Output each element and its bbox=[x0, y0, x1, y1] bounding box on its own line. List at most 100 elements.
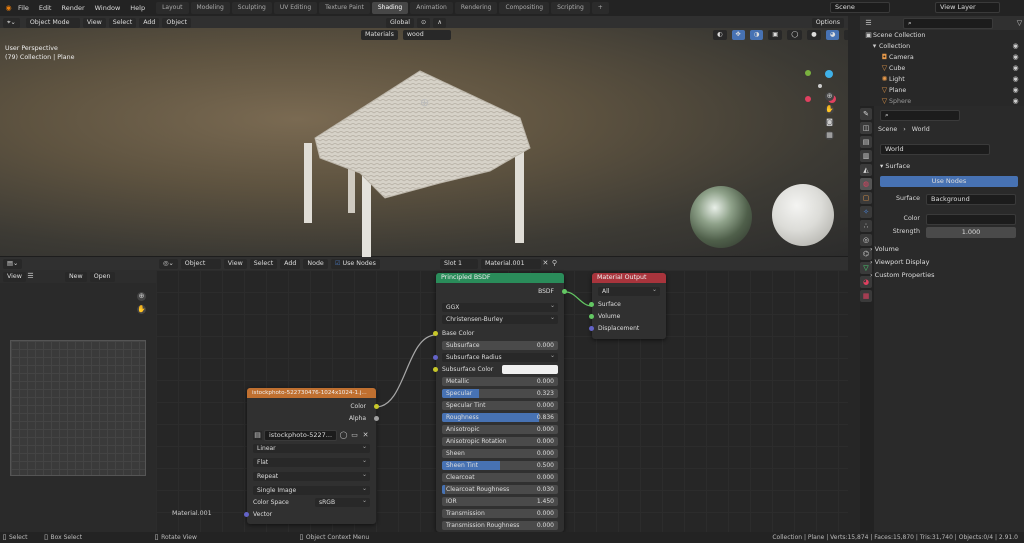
eye-icon[interactable]: ◉ bbox=[1011, 42, 1020, 51]
scene-field[interactable]: Scene bbox=[830, 2, 890, 13]
gizmo-y-axis[interactable] bbox=[805, 70, 811, 76]
outliner-item-cube[interactable]: ▽ Cube ◉ bbox=[860, 63, 1024, 74]
surface-section-header[interactable]: ▾ Surface bbox=[874, 160, 1024, 172]
eye-icon[interactable]: ◉ bbox=[1011, 75, 1020, 84]
object-tab-icon[interactable]: ▢ bbox=[860, 192, 872, 204]
volume-section-header[interactable]: › Volume bbox=[864, 243, 1014, 255]
tab-texture-paint[interactable]: Texture Paint bbox=[319, 2, 370, 14]
source-dropdown[interactable]: Single Image bbox=[253, 484, 370, 495]
node-editor-type-button[interactable]: ◎⌄ bbox=[159, 258, 178, 269]
displacement-socket[interactable] bbox=[589, 326, 594, 331]
eye-icon[interactable]: ◉ bbox=[1011, 53, 1020, 62]
blender-logo-icon[interactable]: ◉ bbox=[4, 4, 13, 13]
node-add-menu[interactable]: Add bbox=[280, 258, 301, 269]
interpolation-dropdown[interactable]: Linear bbox=[253, 442, 370, 453]
material-output-node[interactable]: Material Output All Surface Volume Displ… bbox=[589, 273, 666, 339]
sheen-slider[interactable]: Sheen 0.000 bbox=[442, 449, 558, 458]
tab-uv-editing[interactable]: UV Editing bbox=[273, 2, 318, 14]
anisotropic-rotation-slider[interactable]: Anisotropic Rotation 0.000 bbox=[442, 437, 558, 446]
materials-dropdown[interactable]: Materials bbox=[361, 30, 398, 40]
sheen-tint-slider[interactable]: Sheen Tint 0.500 bbox=[442, 461, 558, 470]
color-output-socket[interactable] bbox=[374, 404, 379, 409]
viewport-display-section-header[interactable]: › Viewport Display bbox=[864, 256, 1014, 268]
fake-user-icon[interactable]: ◯ bbox=[339, 431, 348, 440]
menu-render[interactable]: Render bbox=[56, 0, 89, 16]
scene-tab-icon[interactable]: ◭ bbox=[860, 164, 872, 176]
tab-sculpting[interactable]: Sculpting bbox=[231, 2, 272, 14]
view-menu[interactable]: View bbox=[82, 17, 106, 28]
outliner-item-plane[interactable]: ▽ Plane ◉ bbox=[860, 85, 1024, 96]
slot-dropdown[interactable]: Slot 1 bbox=[439, 258, 478, 269]
zoom-icon[interactable]: ⊕ bbox=[137, 292, 146, 301]
node-select-menu[interactable]: Select bbox=[249, 258, 278, 269]
gizmo-z-axis[interactable] bbox=[825, 70, 833, 78]
tab-compositing[interactable]: Compositing bbox=[499, 2, 550, 14]
tab-layout[interactable]: Layout bbox=[156, 2, 189, 14]
node-editor[interactable]: Material.001 Principled BSDF BSDF GGX Ch… bbox=[156, 270, 848, 532]
outliner-editor-icon[interactable]: ☰ bbox=[864, 19, 873, 28]
world-name-field[interactable]: World bbox=[880, 144, 990, 155]
tab-rendering[interactable]: Rendering bbox=[454, 2, 498, 14]
tab-scripting[interactable]: Scripting bbox=[551, 2, 590, 14]
gizmo-center[interactable] bbox=[818, 84, 822, 88]
anisotropic-slider[interactable]: Anisotropic 0.000 bbox=[442, 425, 558, 434]
overlay-icon[interactable]: ◑ bbox=[749, 30, 764, 40]
pan-hand-icon[interactable]: ✋ bbox=[137, 305, 146, 314]
transmission-roughness-slider[interactable]: Transmission Roughness 0.000 bbox=[442, 521, 558, 530]
vector-socket[interactable] bbox=[244, 512, 249, 517]
transmission-slider[interactable]: Transmission 0.000 bbox=[442, 509, 558, 518]
menu-file[interactable]: File bbox=[13, 0, 34, 16]
collection-row[interactable]: ▾ Collection ◉ bbox=[860, 41, 1024, 52]
camera-view-icon[interactable]: ◙ bbox=[825, 118, 834, 127]
menu-icon[interactable]: ☰ bbox=[26, 272, 35, 281]
render-tab-icon[interactable]: ◫ bbox=[860, 122, 872, 134]
gizmo-x-neg-axis[interactable] bbox=[805, 96, 811, 102]
use-nodes-checkbox[interactable]: ☑ Use Nodes bbox=[330, 258, 380, 269]
material-preview-icon[interactable]: ◕ bbox=[825, 30, 840, 40]
subsurface-color-swatch[interactable] bbox=[502, 365, 558, 374]
color-space-dropdown[interactable]: sRGB bbox=[315, 496, 370, 507]
eye-icon[interactable]: ◉ bbox=[1011, 97, 1020, 106]
breadcrumb-world[interactable]: World bbox=[912, 126, 930, 133]
proportional-edit-icon[interactable]: ∧ bbox=[433, 17, 446, 28]
snap-icon[interactable]: ⊙ bbox=[417, 17, 431, 28]
tool-tab-icon[interactable]: ✎ bbox=[860, 108, 872, 120]
pan-hand-icon[interactable]: ✋ bbox=[825, 105, 834, 114]
subsurface-method-dropdown[interactable]: Christensen-Burley bbox=[442, 313, 558, 324]
subsurface-radius-dropdown[interactable]: Subsurface Radius bbox=[442, 351, 558, 362]
eye-icon[interactable]: ◉ bbox=[1011, 86, 1020, 95]
strength-field[interactable]: 1.000 bbox=[926, 227, 1016, 238]
subsurface-radius-socket[interactable] bbox=[433, 355, 438, 360]
world-tab-icon[interactable]: ◍ bbox=[860, 178, 872, 190]
xray-icon[interactable]: ▣ bbox=[768, 30, 783, 40]
select-menu[interactable]: Select bbox=[108, 17, 137, 28]
use-nodes-button[interactable]: Use Nodes bbox=[880, 176, 1018, 187]
clearcoat-slider[interactable]: Clearcoat 0.000 bbox=[442, 473, 558, 482]
outliner-search-input[interactable]: ⌕ bbox=[903, 17, 993, 29]
specular-tint-slider[interactable]: Specular Tint 0.000 bbox=[442, 401, 558, 410]
options-dropdown[interactable]: Options bbox=[811, 17, 844, 28]
volume-socket[interactable] bbox=[589, 314, 594, 319]
clearcoat-roughness-slider[interactable]: Clearcoat Roughness 0.030 bbox=[442, 485, 558, 494]
material-datablock-field[interactable]: Material.001 bbox=[480, 258, 541, 269]
ior-slider[interactable]: IOR 1.450 bbox=[442, 497, 558, 506]
pin-icon[interactable]: ⚲ bbox=[550, 259, 559, 268]
outliner-item-light[interactable]: ✺ Light ◉ bbox=[860, 74, 1024, 85]
filter-icon[interactable]: ▽ bbox=[1015, 19, 1024, 28]
outliner-item-camera[interactable]: ◘ Camera ◉ bbox=[860, 52, 1024, 63]
menu-edit[interactable]: Edit bbox=[34, 0, 57, 16]
close-icon[interactable]: ✕ bbox=[541, 259, 550, 268]
3d-viewport[interactable]: Materials wood ◐ ✥ ◑ ▣ ◯ ● ◕ ◔ User Pers… bbox=[0, 28, 858, 283]
eye-icon[interactable]: ◉ bbox=[1011, 64, 1020, 73]
node-node-menu[interactable]: Node bbox=[303, 258, 328, 269]
projection-dropdown[interactable]: Flat bbox=[253, 456, 370, 467]
roughness-slider[interactable]: Roughness 0.836 bbox=[442, 413, 558, 422]
alpha-output-socket[interactable] bbox=[374, 416, 379, 421]
output-tab-icon[interactable]: ▤ bbox=[860, 136, 872, 148]
wireframe-icon[interactable]: ◯ bbox=[787, 30, 803, 40]
specular-slider[interactable]: Specular 0.323 bbox=[442, 389, 558, 398]
transform-orientation-dropdown[interactable]: Global bbox=[385, 17, 415, 28]
base-color-socket[interactable] bbox=[433, 331, 438, 336]
scene-collection-row[interactable]: ▣ Scene Collection bbox=[860, 30, 1024, 41]
add-workspace-button[interactable]: + bbox=[591, 2, 609, 14]
